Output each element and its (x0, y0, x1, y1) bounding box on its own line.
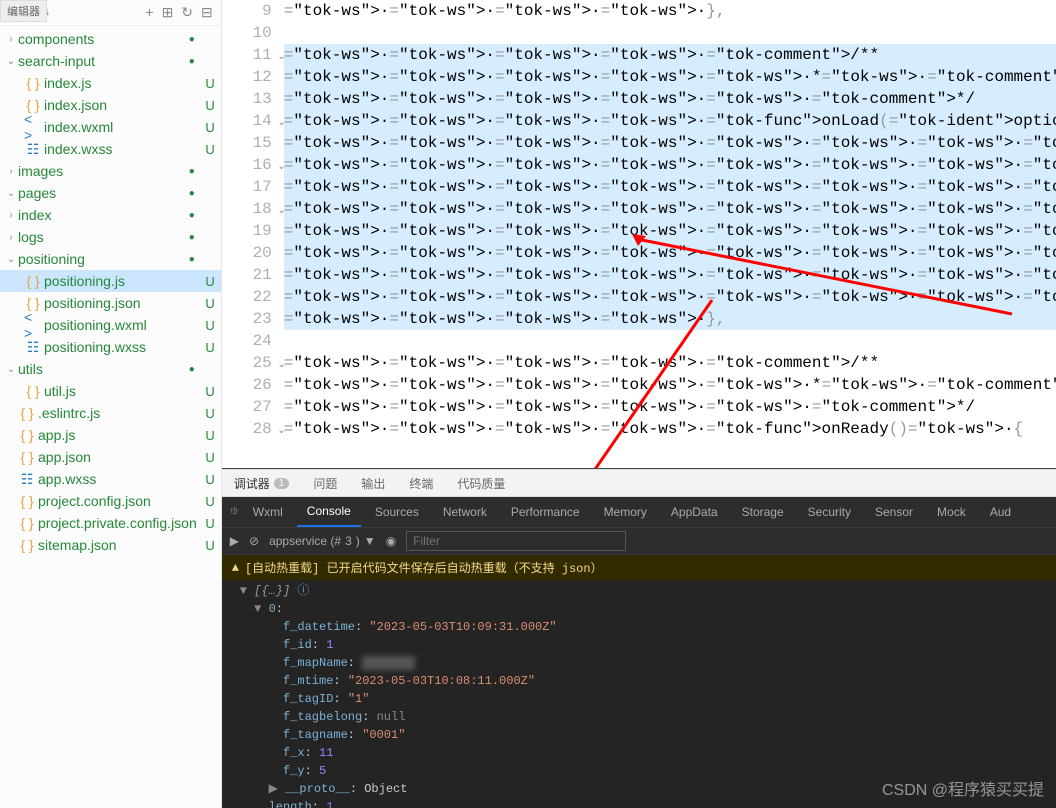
devtab-storage[interactable]: Storage (732, 497, 794, 527)
live-expr-icon[interactable]: ◉ (386, 534, 396, 548)
file-item[interactable]: ☷app.wxssU (0, 468, 221, 490)
file-item[interactable]: { }sitemap.jsonU (0, 534, 221, 556)
file-item[interactable]: { }positioning.jsU (0, 270, 221, 292)
tab-terminal[interactable]: 终端 (397, 470, 445, 496)
debug-panel: 调试器1 问题 输出 终端 代码质量 ⯐ Wxml Console Source… (222, 468, 1056, 808)
tab-problems[interactable]: 问题 (301, 470, 349, 496)
console-output[interactable]: ▼ [{…}] ⓘ ▼ 0: f_datetime: "2023-05-03T1… (222, 580, 1056, 808)
file-item[interactable]: ☷positioning.wxssU (0, 336, 221, 358)
folder-item[interactable]: ⌄utils● (0, 358, 221, 380)
devtab-memory[interactable]: Memory (594, 497, 657, 527)
folder-item[interactable]: ›images● (0, 160, 221, 182)
devtab-sources[interactable]: Sources (365, 497, 429, 527)
folder-item[interactable]: ⌄search-input● (0, 50, 221, 72)
devtab-performance[interactable]: Performance (501, 497, 590, 527)
folder-item[interactable]: ⌄positioning● (0, 248, 221, 270)
file-explorer-sidebar: IONING + ⊞ ↻ ⊟ ›components●⌄search-input… (0, 0, 222, 808)
new-file-icon[interactable]: + (145, 4, 153, 21)
sidebar-toggle-icon[interactable]: ▶ (230, 534, 239, 548)
context-selector[interactable]: appservice (#3) ▼ (269, 534, 376, 548)
console-toolbar: ▶ ⊘ appservice (#3) ▼ ◉ Default levels ▼ (222, 527, 1056, 555)
filter-input[interactable] (406, 531, 626, 551)
file-item[interactable]: { }app.jsonU (0, 446, 221, 468)
folder-item[interactable]: ⌄pages● (0, 182, 221, 204)
folder-item[interactable]: ›components● (0, 28, 221, 50)
devtab-appdata[interactable]: AppData (661, 497, 728, 527)
file-item[interactable]: { }util.jsU (0, 380, 221, 402)
code-area[interactable]: ="tok-ws">·="tok-ws">·="tok-ws">·="tok-w… (284, 0, 1056, 440)
file-item[interactable]: { }project.private.config.jsonU (0, 512, 221, 534)
file-item[interactable]: { }.eslintrc.jsU (0, 402, 221, 424)
panel-tabs: 调试器1 问题 输出 终端 代码质量 (222, 469, 1056, 497)
code-editor[interactable]: 91011⌄121314⌄1516⌄1718⌄19202122232425⌄26… (222, 0, 1056, 468)
file-item[interactable]: ☷index.wxssU (0, 138, 221, 160)
editor-label: 编辑器 (0, 0, 47, 22)
refresh-icon[interactable]: ↻ (181, 4, 193, 21)
file-item[interactable]: { }project.config.jsonU (0, 490, 221, 512)
warning-icon: ▲ (232, 561, 239, 575)
devtab-network[interactable]: Network (433, 497, 497, 527)
tab-code-quality[interactable]: 代码质量 (445, 470, 517, 496)
file-item[interactable]: < >positioning.wxmlU (0, 314, 221, 336)
devtab-sensor[interactable]: Sensor (865, 497, 923, 527)
file-tree[interactable]: ›components●⌄search-input●{ }index.jsU { … (0, 26, 221, 808)
folder-item[interactable]: ›index● (0, 204, 221, 226)
file-item[interactable]: { }index.jsU (0, 72, 221, 94)
devtab-console[interactable]: Console (297, 497, 361, 527)
devtools-tabs: ⯐ Wxml Console Sources Network Performan… (222, 497, 1056, 527)
file-item[interactable]: < >index.wxmlU (0, 116, 221, 138)
devtab-aud[interactable]: Aud (980, 497, 1021, 527)
tab-output[interactable]: 输出 (349, 470, 397, 496)
devtab-wxml[interactable]: Wxml (243, 497, 293, 527)
inspect-icon[interactable]: ⯐ (230, 502, 239, 523)
collapse-all-icon[interactable]: ⊟ (201, 4, 213, 21)
console-warning: ▲ [自动热重载] 已开启代码文件保存后自动热重载（不支持 json） (222, 555, 1056, 580)
line-gutter: 91011⌄121314⌄1516⌄1718⌄19202122232425⌄26… (222, 0, 284, 440)
devtab-mock[interactable]: Mock (927, 497, 976, 527)
clear-console-icon[interactable]: ⊘ (249, 534, 259, 548)
file-item[interactable]: { }app.jsU (0, 424, 221, 446)
tab-debugger[interactable]: 调试器1 (222, 470, 302, 496)
folder-item[interactable]: ›logs● (0, 226, 221, 248)
devtab-security[interactable]: Security (798, 497, 861, 527)
new-folder-icon[interactable]: ⊞ (162, 4, 174, 21)
